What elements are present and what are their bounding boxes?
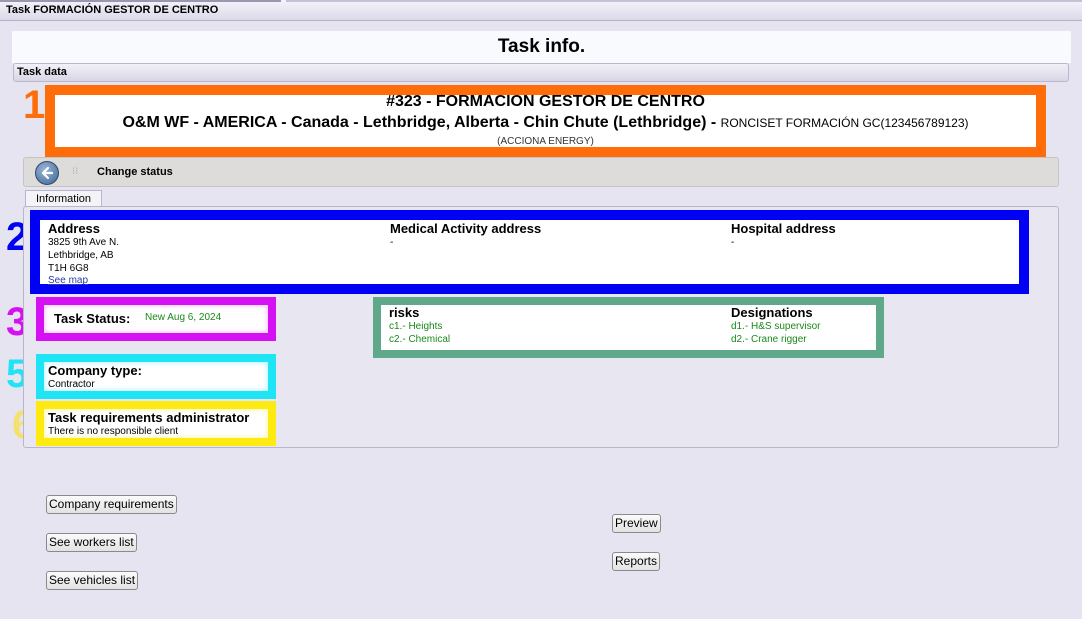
risks-column: risks c1.- Heights c2.- Chemical [389,305,450,346]
address-line-3: T1H 6G8 [48,263,89,274]
hospital-address-value: - [731,237,735,248]
requirements-admin-box: Task requirements administrator There is… [36,401,276,446]
company-requirements-button[interactable]: Company requirements [46,495,177,514]
risks-label: risks [389,305,420,320]
see-vehicles-list-button[interactable]: See vehicles list [46,571,139,590]
preview-button[interactable]: Preview [612,514,661,533]
designations-label: Designations [731,305,813,320]
toolbar-separator: ⁝⁝ [72,166,79,177]
risk-item: c2.- Chemical [389,334,451,345]
tab-information[interactable]: Information [25,190,102,207]
task-company: RONCISET FORMACIÓN GC(123456789123) [720,116,969,130]
reports-button[interactable]: Reports [612,552,661,571]
task-location: O&M WF - AMERICA - Canada - Lethbridge, … [55,114,1036,132]
task-status-value: New Aug 6, 2024 [145,312,222,323]
medical-address-value: - [390,237,394,248]
task-status-box: Task Status: New Aug 6, 2024 [36,297,276,341]
tab-indicator [286,0,1082,2]
medical-address-label: Medical Activity address [390,221,542,236]
address-label: Address [48,221,101,236]
section-header-task-data: Task data [13,63,1069,82]
task-heading: #323 - FORMACIÓN GESTOR DE CENTRO [386,93,705,110]
risks-designations-box: risks c1.- Heights c2.- Chemical Designa… [373,297,884,358]
designations-column: Designations d1.- H&S supervisor d2.- Cr… [731,305,820,346]
task-status-label: Task Status: [54,311,131,326]
page-title: Task info. [12,31,1071,63]
medical-address-column: Medical Activity address - [390,221,541,249]
marker-1: 1 [23,83,46,127]
company-type-value: Contractor [48,379,95,390]
window-titlebar: Task FORMACIÓN GESTOR DE CENTRO [0,0,1082,21]
address-line-2: Lethbridge, AB [48,250,114,261]
see-workers-list-button[interactable]: See workers list [46,533,137,552]
task-owner: (ACCIONA ENERGY) [497,136,594,147]
designation-item: d1.- H&S supervisor [731,321,821,332]
action-toolbar: ⁝⁝ Change status [23,157,1059,187]
requirements-admin-value: There is no responsible client [48,426,179,437]
task-location-path: O&M WF - AMERICA - Canada - Lethbridge, … [122,114,717,131]
address-line-1: 3825 9th Ave N. [48,237,119,248]
address-column: Address 3825 9th Ave N. Lethbridge, AB T… [48,221,119,286]
hospital-address-label: Hospital address [731,221,836,236]
hospital-address-column: Hospital address - [731,221,836,249]
company-type-box: Company type: Contractor [36,354,276,399]
requirements-admin-label: Task requirements administrator [48,410,250,425]
tab-indicator [0,0,281,2]
window-title: Task FORMACIÓN GESTOR DE CENTRO [6,4,219,16]
back-arrow-icon[interactable] [35,161,59,185]
see-map-link[interactable]: See map [48,275,119,286]
risk-item: c1.- Heights [389,321,443,332]
change-status-button[interactable]: Change status [97,166,173,178]
company-type-label: Company type: [48,363,142,378]
addresses-box: Address 3825 9th Ave N. Lethbridge, AB T… [30,210,1029,294]
task-header-box: #323 - FORMACIÓN GESTOR DE CENTRO O&M WF… [45,85,1046,157]
designation-item: d2.- Crane rigger [731,334,807,345]
